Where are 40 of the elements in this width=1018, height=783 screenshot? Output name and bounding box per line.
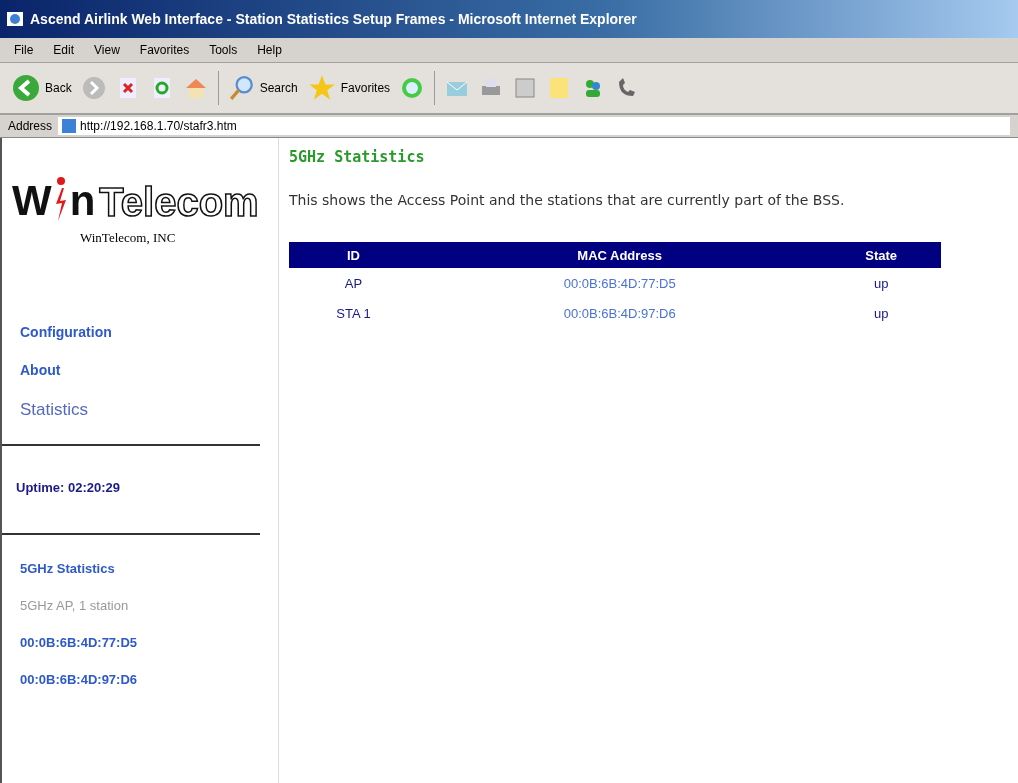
search-button[interactable]: Search [228,75,298,101]
logo-wordmark: Telecom [99,182,259,222]
column-header: MAC Address [417,242,822,269]
logo-letter: n [69,180,96,222]
uptime-text: Uptime: 02:20:29 [2,446,260,535]
table-cell-text: STA 1 [335,304,372,323]
sidebar-link[interactable]: 00:0B:6B:4D:77:D5 [20,635,278,650]
menu-item[interactable]: Edit [53,43,75,57]
nav-link[interactable]: Statistics [20,400,260,420]
table-cell: up [821,268,941,299]
magnifier-icon[interactable] [228,75,255,101]
favorites-button[interactable]: Favorites [307,74,391,102]
page-icon [62,119,77,133]
description-text: This shows the Access Point and the stations that are currently part of the BSS. [289,191,846,210]
column-header: State [821,242,941,269]
address-label: Address [8,119,53,133]
sidebar-link[interactable]: 00:0B:6B:4D:97:D6 [20,672,278,687]
back-button[interactable]: Back [12,74,72,102]
menu-item[interactable]: Tools [209,43,238,57]
star-icon[interactable] [307,74,336,102]
sidebar-link[interactable]: 5GHz Statistics [20,561,278,576]
table-cell: AP [289,268,418,299]
column-header: ID [289,242,418,269]
table-cell: 00:0B:6B:4D:77:D5 [417,268,822,299]
table-cell-text: up [872,304,890,323]
logo-letter: W [12,180,52,222]
page-heading: 5GHz Statistics [289,148,426,166]
company-name: WinTelecom, INC [79,229,177,246]
menu-item[interactable]: Favorites [139,43,190,57]
forward-icon[interactable] [81,76,106,100]
browser-icon [6,10,24,28]
address-field[interactable]: http://192.168.1.70/stafr3.htm [58,117,1010,135]
menu-item[interactable]: File [14,43,34,57]
menu-item[interactable]: Help [257,43,282,57]
station-summary: 5GHz AP, 1 station [20,598,130,613]
menu-item[interactable]: View [94,43,120,57]
nav-link[interactable]: About [20,362,260,378]
table-cell-text: 00:0B:6B:4D:97:D6 [562,304,677,323]
window-title: Ascend Airlink Web Interface - Station Statistics Setup Frames - Microsoft Internet Explorer [30,11,637,27]
nav-link[interactable]: Configuration [20,324,260,340]
